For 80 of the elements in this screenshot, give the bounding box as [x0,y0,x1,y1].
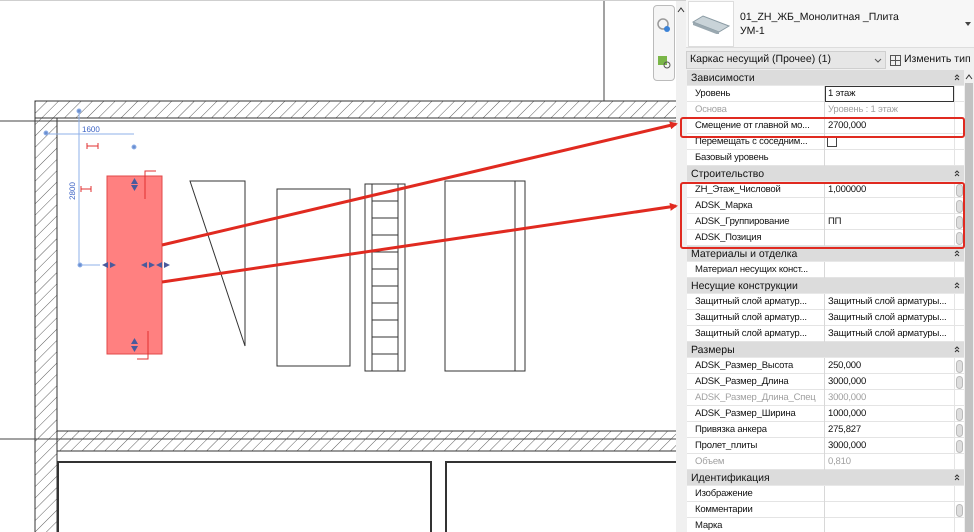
parameter-button[interactable] [956,200,963,212]
group-title: Зависимости [691,70,755,86]
chevron-down-icon [874,58,882,62]
category-dropdown[interactable]: Каркас несущий (Прочее) (1) [686,51,886,69]
property-row[interactable]: ADSK_Размер_Длина 3000,000 [687,374,964,390]
value-field[interactable]: 2700,000 [825,118,954,134]
group-title: Несущие конструкции [691,278,798,294]
property-row[interactable]: ADSK_Размер_Высота 250,000 [687,358,964,374]
property-row[interactable]: Защитный слой арматур... Защитный слой арматуры... [687,310,964,326]
value-field[interactable]: 3000,000 [825,438,954,454]
checkbox[interactable] [827,137,837,147]
parameter-button[interactable] [956,376,963,388]
property-row[interactable]: Марка [687,518,964,532]
value-field[interactable]: 250,000 [825,358,954,374]
property-row[interactable]: Защитный слой арматур... Защитный слой арматуры... [687,294,964,310]
value-field[interactable]: Защитный слой арматуры... [825,294,954,310]
value-field[interactable]: Защитный слой арматуры... [825,326,954,342]
parameter-button[interactable] [956,424,963,436]
property-label: Марка [687,518,825,532]
parameter-button[interactable] [956,504,963,516]
grip-arrows-icon[interactable] [102,178,170,352]
group-title: Материалы и отделка [691,246,798,262]
selected-slab[interactable] [106,176,162,354]
property-row[interactable]: Изображение [687,486,964,502]
group-title: Строительство [691,166,764,182]
group-header[interactable]: Несущие конструкции [687,278,964,294]
value-field[interactable]: 1,000000 [825,182,954,198]
collapse-icon[interactable] [954,474,960,481]
collapse-icon[interactable] [954,170,960,177]
property-row[interactable]: Защитный слой арматур... Защитный слой арматуры... [687,326,964,342]
property-row[interactable]: Смещение от главной мо... 2700,000 [687,118,964,134]
property-row[interactable]: ADSK_Размер_Ширина 1000,000 [687,406,964,422]
zoom-region-icon[interactable] [657,54,671,68]
dimension-label: 2800 [68,182,77,200]
scrollbar[interactable] [676,1,686,532]
property-row[interactable]: Материал несущих конст... [687,262,964,278]
parameter-button[interactable] [956,408,963,420]
scroll-up-icon[interactable] [676,5,686,15]
edit-type-button[interactable]: Изменить тип [890,52,971,68]
caret-icon[interactable] [965,22,971,26]
edit-type-icon [890,54,901,66]
slab-preview-icon [691,14,731,34]
property-row[interactable]: Базовый уровень [687,150,964,166]
group-header[interactable]: Зависимости [687,70,964,86]
collapse-icon[interactable] [954,74,960,81]
parameter-button[interactable] [956,216,963,228]
value-field[interactable]: ПП [825,214,954,230]
property-label: Основа [687,102,825,118]
group-title: Идентификация [691,470,770,486]
parameter-button[interactable] [956,232,963,244]
property-row[interactable]: Пролет_плиты 3000,000 [687,438,964,454]
collapse-icon[interactable] [954,282,960,289]
flip-control-icon[interactable] [80,142,156,360]
group-header[interactable]: Строительство [687,166,964,182]
type-name: УМ-1 [740,24,766,38]
dimension-label: 1600 [82,125,100,134]
family-name: 01_ZH_ЖБ_Монолитная _Плита [740,10,900,24]
value-field[interactable]: Защитный слой арматуры... [825,310,954,326]
value-field[interactable]: 3000,000 [825,374,954,390]
collapse-icon[interactable] [954,346,960,353]
category-value: Каркас несущий (Прочее) (1) [690,52,831,68]
property-row[interactable]: ADSK_Позиция [687,230,964,246]
wheel-2d-icon[interactable] [657,18,671,32]
property-row[interactable]: ADSK_Группирование ПП [687,214,964,230]
value-field[interactable]: 1000,000 [825,406,954,422]
parameter-button[interactable] [956,184,963,196]
property-row[interactable]: ADSK_Марка [687,198,964,214]
collapse-icon[interactable] [954,250,960,257]
value-field[interactable]: 275,827 [825,422,954,438]
property-row[interactable]: Комментарии [687,502,964,518]
group-header[interactable]: Идентификация [687,470,964,486]
property-row[interactable]: Привязка анкера 275,827 [687,422,964,438]
parameter-button[interactable] [956,440,963,452]
scroll-thumb[interactable] [965,83,973,532]
value-field[interactable]: 1 этаж [825,86,954,102]
group-header[interactable]: Размеры [687,342,964,358]
scroll-up-icon[interactable] [965,73,973,81]
group-title: Размеры [691,342,735,358]
parameter-button[interactable] [956,360,963,372]
property-row[interactable]: Уровень 1 этаж [687,86,964,102]
